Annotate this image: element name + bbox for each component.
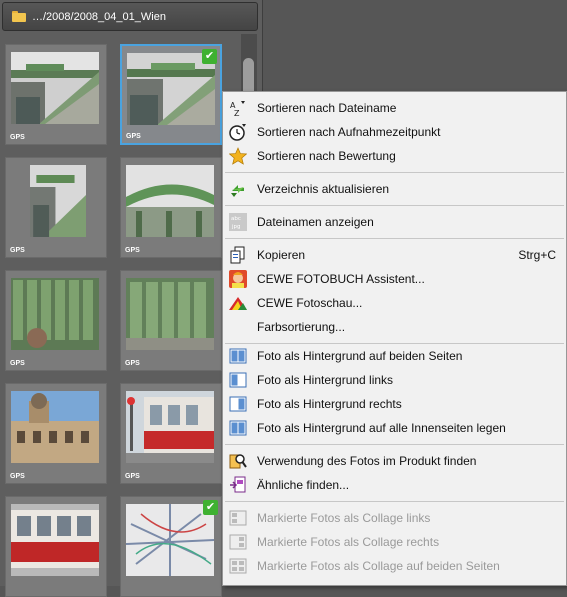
folder-path-bar[interactable]: …/2008/2008_04_01_Wien [2, 2, 258, 31]
collage-left-icon [229, 509, 247, 527]
canal-bridge-photo [11, 52, 99, 124]
menu-item-bg-all-inner-pages[interactable]: Foto als Hintergrund auf alle Innenseite… [223, 416, 566, 440]
refresh-icon [229, 180, 247, 198]
menu-item-refresh[interactable]: Verzeichnis aktualisieren [223, 177, 566, 201]
menu-item-copy[interactable]: Kopieren Strg+C [223, 243, 566, 267]
gps-label: GPS [125, 247, 140, 254]
menu-item-find-usage[interactable]: Verwendung des Fotos im Produkt finden [223, 449, 566, 473]
canal-bridge-photo [30, 165, 86, 237]
glass-building-photo [126, 278, 214, 350]
menu-item-fotoschau[interactable]: CEWE Fotoschau... [223, 291, 566, 315]
menu-separator [225, 205, 564, 206]
canal-bridge-photo [127, 53, 215, 125]
menu-separator [225, 172, 564, 173]
menu-item-find-similar[interactable]: Ähnliche finden... [223, 473, 566, 497]
find-usage-icon [229, 452, 247, 470]
menu-item-collage-left: Markierte Fotos als Collage links [223, 506, 566, 530]
photo-thumbnail[interactable]: GPS [120, 270, 222, 371]
gps-label: GPS [10, 247, 25, 254]
photo-thumbnail-selected[interactable]: ✔ GPS [120, 44, 222, 145]
svg-text:abc: abc [231, 216, 241, 222]
menu-separator [225, 238, 564, 239]
photo-thumbnail[interactable]: ✔ [120, 496, 222, 597]
green-bridge-photo [126, 165, 214, 237]
menu-separator [225, 444, 564, 445]
menu-item-bg-right[interactable]: Foto als Hintergrund rechts [223, 392, 566, 416]
menu-separator [225, 501, 564, 502]
page-both-icon [229, 347, 247, 365]
gps-label: GPS [10, 134, 25, 141]
thumbnail-grid: GPS ✔ GPS GPS GPS GPS GPS GPS GPS ✔ [0, 34, 240, 597]
photo-thumbnail[interactable]: GPS [120, 157, 222, 258]
menu-item-collage-right: Markierte Fotos als Collage rechts [223, 530, 566, 554]
copy-icon [229, 246, 247, 264]
glass-building-photo [11, 278, 99, 350]
gps-label: GPS [126, 133, 141, 140]
photo-thumbnail[interactable]: GPS [5, 157, 107, 258]
transit-map-photo [126, 504, 214, 576]
page-left-icon [229, 371, 247, 389]
menu-item-farbsortierung[interactable]: Farbsortierung... [223, 315, 566, 339]
gps-label: GPS [10, 473, 25, 480]
photo-thumbnail[interactable]: GPS [5, 270, 107, 371]
page-all-icon [229, 419, 247, 437]
menu-item-fotobuch-assistent[interactable]: CEWE FOTOBUCH Assistent... [223, 267, 566, 291]
gps-label: GPS [125, 473, 140, 480]
svg-text:jpg: jpg [231, 224, 241, 230]
context-menu: AZ Sortieren nach Dateiname Sortieren na… [222, 91, 567, 586]
star-icon [229, 147, 247, 165]
filename-icon: abc jpg [229, 213, 247, 231]
clock-icon [229, 123, 247, 141]
menu-item-bg-both-pages[interactable]: Foto als Hintergrund auf beiden Seiten [223, 344, 566, 368]
gps-label: GPS [125, 360, 140, 367]
menu-item-sort-time[interactable]: Sortieren nach Aufnahmezeitpunkt [223, 120, 566, 144]
folder-path: …/2008/2008_04_01_Wien [32, 10, 166, 23]
photo-thumbnail[interactable]: GPS [5, 383, 107, 484]
copy-shortcut: Strg+C [518, 248, 556, 262]
menu-item-sort-rating[interactable]: Sortieren nach Bewertung [223, 144, 566, 168]
checkmark-icon: ✔ [202, 49, 217, 64]
menu-item-bg-left[interactable]: Foto als Hintergrund links [223, 368, 566, 392]
checkmark-icon: ✔ [203, 500, 218, 515]
photo-thumbnail[interactable]: GPS [5, 44, 107, 145]
menu-item-collage-both: Markierte Fotos als Collage auf beiden S… [223, 554, 566, 578]
collage-right-icon [229, 533, 247, 551]
historic-building-photo [11, 391, 99, 463]
tram-photo [11, 504, 99, 576]
page-right-icon [229, 395, 247, 413]
gps-label: GPS [10, 360, 25, 367]
fotoschau-icon [229, 294, 247, 312]
photo-thumbnail[interactable] [5, 496, 107, 597]
menu-item-sort-filename[interactable]: AZ Sortieren nach Dateiname [223, 96, 566, 120]
tram-photo [126, 391, 214, 463]
svg-text:Z: Z [234, 109, 240, 117]
collage-both-icon [229, 557, 247, 575]
menu-item-show-filenames[interactable]: abc jpg Dateinamen anzeigen [223, 210, 566, 234]
folder-icon [12, 11, 26, 22]
photo-thumbnail[interactable]: GPS [120, 383, 222, 484]
sort-az-icon: AZ [229, 99, 247, 117]
similar-icon [229, 476, 247, 494]
fotobuch-icon [229, 270, 247, 288]
